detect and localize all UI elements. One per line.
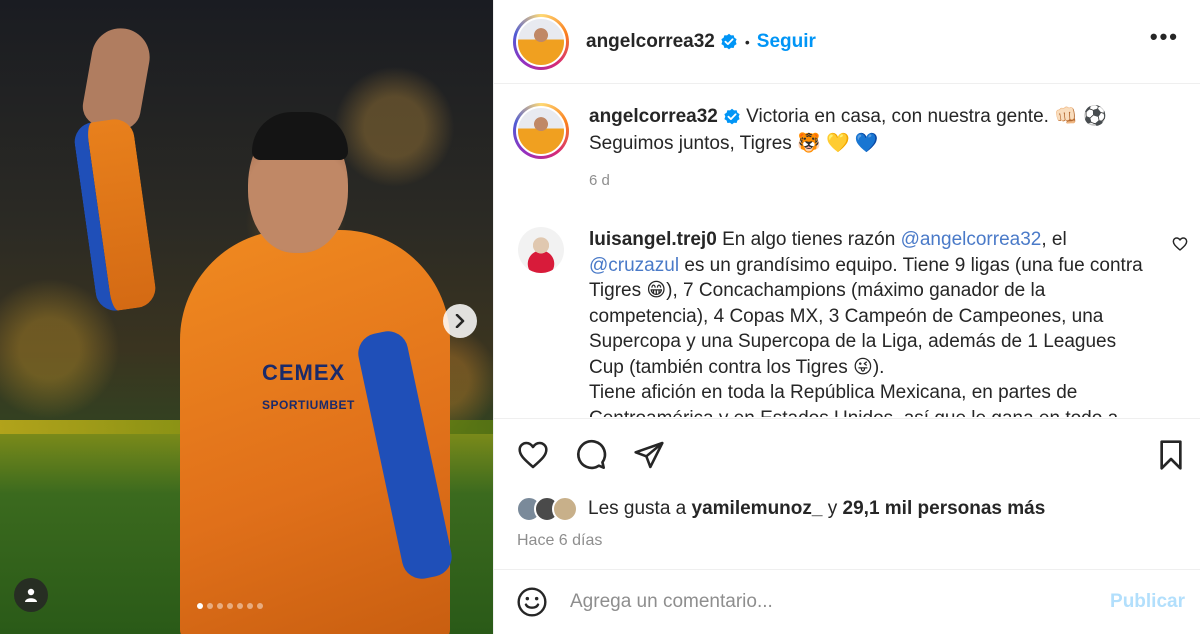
header-separator: • (744, 33, 750, 50)
caption-author-avatar[interactable] (513, 103, 569, 159)
carousel-next-button[interactable] (443, 304, 477, 338)
emoji-smiley-icon[interactable] (516, 586, 548, 618)
more-options-icon[interactable]: ••• (1150, 26, 1179, 48)
comment-bubble-icon[interactable] (574, 439, 608, 471)
user-icon (25, 588, 37, 602)
comment-input[interactable] (570, 591, 1070, 613)
carousel-dot (257, 603, 263, 609)
likes-user[interactable]: yamilemunoz_ (692, 498, 823, 519)
carousel-indicator (197, 603, 263, 609)
verified-badge-icon (723, 108, 741, 126)
author-avatar[interactable] (513, 13, 569, 70)
action-icons-group (516, 439, 666, 471)
carousel-dot (197, 603, 203, 609)
caption-time[interactable]: 6 d (589, 167, 1149, 194)
author-avatar-image (516, 16, 566, 67)
comment-mention-2[interactable]: @cruzazul (589, 255, 679, 276)
share-send-icon[interactable] (632, 439, 666, 471)
likes-text: Les gusta a yamilemunoz_ y 29,1 mil pers… (588, 498, 1045, 520)
comments-section[interactable]: angelcorrea32 Victoria en casa, con nues… (494, 85, 1200, 417)
comment-item: luisangel.trej0 En algo tienes razón @an… (518, 227, 1188, 417)
post-header: angelcorrea32 • Seguir ••• (494, 0, 1200, 84)
likes-connector: y (827, 498, 838, 519)
author-username[interactable]: angelcorrea32 (586, 31, 715, 53)
carousel-dot (247, 603, 253, 609)
comment-text-a: En algo tienes razón (722, 229, 896, 250)
likes-count[interactable]: 29,1 mil personas más (843, 498, 1046, 519)
comment-text-b: , el (1041, 229, 1067, 250)
like-heart-icon[interactable] (516, 439, 550, 471)
caption-username[interactable]: angelcorrea32 (589, 106, 718, 127)
likes-summary[interactable]: Les gusta a yamilemunoz_ y 29,1 mil pers… (516, 496, 1045, 522)
follow-button[interactable]: Seguir (757, 31, 816, 53)
tagged-users-button[interactable] (14, 578, 48, 612)
bookmark-icon[interactable] (1155, 439, 1187, 471)
comment-mention-1[interactable]: @angelcorrea32 (901, 229, 1042, 250)
caption-author-avatar-image (516, 106, 566, 156)
carousel-dot (237, 603, 243, 609)
carousel-dot (207, 603, 213, 609)
post-time-ago[interactable]: Hace 6 días (517, 532, 602, 550)
commenter-avatar[interactable] (518, 227, 564, 273)
add-comment-bar: Publicar (494, 569, 1200, 634)
caption-text-block: angelcorrea32 Victoria en casa, con nues… (589, 103, 1149, 194)
comment-text-d: Tiene afición en toda la República Mexic… (589, 382, 1118, 417)
post-details-panel: angelcorrea32 • Seguir ••• angelcorrea32… (493, 0, 1200, 634)
caption-line-2: Seguimos juntos, Tigres 🐯 💛 💙 (589, 133, 879, 154)
publish-button[interactable]: Publicar (1110, 591, 1185, 613)
commenter-username[interactable]: luisangel.trej0 (589, 229, 717, 250)
chevron-right-icon (455, 314, 465, 328)
caption-line-1: Victoria en casa, con nuestra gente. 👊🏻 … (746, 106, 1107, 127)
likes-prefix: Les gusta a (588, 498, 687, 519)
carousel-dot (227, 603, 233, 609)
post-caption: angelcorrea32 Victoria en casa, con nues… (513, 103, 1149, 194)
jersey-brand: CEMEX (262, 360, 346, 385)
comment-like-heart-icon[interactable] (1172, 236, 1188, 257)
verified-badge-icon (720, 33, 738, 51)
jersey-sponsor: SPORTIUMBET (262, 398, 355, 412)
liker-avatar (552, 496, 578, 522)
post-media[interactable]: CEMEX SPORTIUMBET (0, 0, 493, 634)
post-actions: Les gusta a yamilemunoz_ y 29,1 mil pers… (494, 418, 1200, 568)
comment-text-block: luisangel.trej0 En algo tienes razón @an… (589, 227, 1144, 417)
carousel-dot (217, 603, 223, 609)
